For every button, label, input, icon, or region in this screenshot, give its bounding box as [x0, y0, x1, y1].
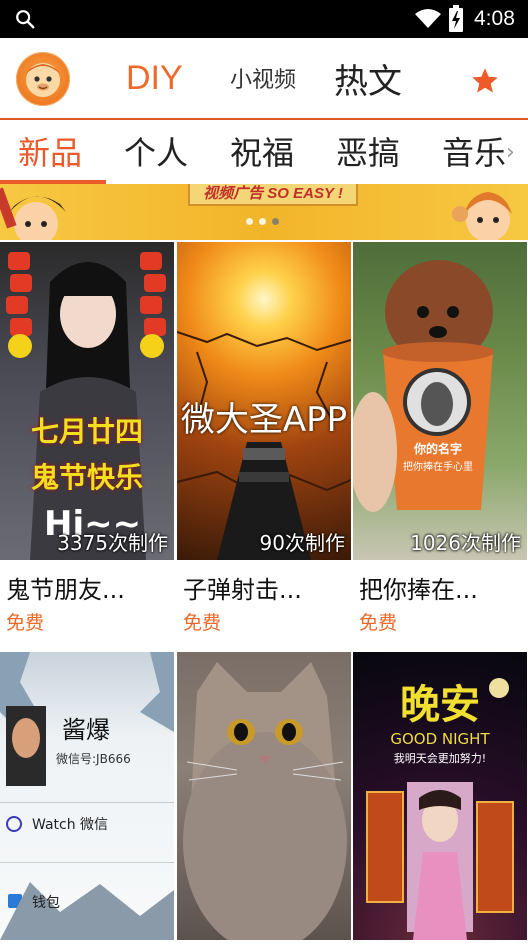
- overlay-text: 微信号:JB666: [56, 752, 131, 766]
- overlay-text: 钱包: [32, 895, 60, 911]
- star-icon[interactable]: [470, 66, 500, 96]
- tab-music[interactable]: 音乐: [442, 120, 506, 182]
- overlay-text: 我明天会更加努力!: [393, 752, 487, 765]
- overlay-text: Watch 微信: [32, 817, 109, 833]
- template-card[interactable]: [177, 652, 353, 952]
- page-dot-active: [272, 218, 279, 225]
- banner-pagination: [246, 218, 279, 225]
- template-title[interactable]: 鬼节朋友...: [6, 570, 125, 605]
- page-dot: [246, 218, 253, 225]
- template-card[interactable]: 晚安 GOOD NIGHT 我明天会更加努力!: [353, 652, 528, 952]
- page-dot: [259, 218, 266, 225]
- template-price: 免费: [183, 612, 222, 634]
- thumbnail-art: [0, 652, 174, 940]
- overlay-text: 酱爆: [62, 716, 110, 744]
- battery-charging-icon: [449, 5, 463, 32]
- template-thumbnail[interactable]: 微大圣APP 90次制作: [177, 242, 351, 560]
- template-title[interactable]: 子弹射击...: [183, 570, 302, 605]
- chevron-right-icon[interactable]: ›: [506, 140, 515, 165]
- template-thumbnail[interactable]: 酱爆 微信号:JB666 Watch 微信 钱包: [0, 652, 174, 940]
- cartoon-character-left: [0, 187, 66, 240]
- status-time: 4:08: [474, 7, 515, 30]
- overlay-text: 鬼节快乐: [30, 461, 143, 494]
- promo-banner[interactable]: 视频广告 SO EASY !: [0, 184, 528, 240]
- tab-personal[interactable]: 个人: [124, 120, 188, 182]
- template-title[interactable]: 把你捧在...: [359, 570, 478, 605]
- overlay-text: GOOD NIGHT: [390, 730, 490, 748]
- cartoon-character-right: [452, 192, 512, 240]
- nav-diy[interactable]: DIY: [126, 38, 183, 118]
- thumbnail-art: [183, 662, 347, 940]
- template-thumbnail[interactable]: 晚安 GOOD NIGHT 我明天会更加努力!: [353, 652, 527, 940]
- template-card[interactable]: 七月廿四 鬼节快乐 Hi~~ 3375次制作 鬼节朋友... 免费: [0, 242, 176, 642]
- template-price: 免费: [6, 612, 45, 634]
- status-bar: 4:08: [0, 0, 528, 38]
- banner-text: 视频广告 SO EASY !: [188, 184, 358, 206]
- template-price: 免费: [359, 612, 398, 634]
- template-thumbnail[interactable]: [177, 652, 351, 940]
- usage-count: 3375次制作: [57, 531, 168, 555]
- template-card[interactable]: 你的名字 把你捧在手心里 1026次制作 把你捧在... 免费: [353, 242, 528, 642]
- tab-prank[interactable]: 恶搞: [336, 120, 400, 182]
- template-card[interactable]: 酱爆 微信号:JB666 Watch 微信 钱包: [0, 652, 176, 952]
- overlay-text: 晚安: [400, 682, 480, 728]
- usage-count: 90次制作: [259, 531, 345, 555]
- overlay-text: 七月廿四: [30, 415, 143, 448]
- overlay-text: 你的名字: [413, 442, 462, 456]
- overlay-text: 微大圣APP: [180, 400, 348, 440]
- app-logo-icon[interactable]: [16, 52, 70, 106]
- template-thumbnail[interactable]: 七月廿四 鬼节快乐 Hi~~ 3375次制作: [0, 242, 174, 560]
- search-icon[interactable]: [14, 8, 36, 30]
- template-card[interactable]: 微大圣APP 90次制作 子弹射击... 免费: [177, 242, 353, 642]
- nav-short-video[interactable]: 小视频: [230, 38, 296, 118]
- nav-hot-articles[interactable]: 热文: [334, 38, 402, 118]
- thumbnail-art: [353, 260, 494, 512]
- category-tabs: 新品 个人 祝福 恶搞 音乐 ›: [0, 118, 528, 184]
- overlay-text: 把你捧在手心里: [403, 462, 473, 473]
- template-thumbnail[interactable]: 你的名字 把你捧在手心里 1026次制作: [353, 242, 527, 560]
- tab-new[interactable]: 新品: [18, 120, 82, 182]
- wifi-icon: [415, 9, 441, 28]
- tab-blessing[interactable]: 祝福: [230, 120, 294, 182]
- usage-count: 1026次制作: [410, 531, 521, 555]
- top-bar: DIY 小视频 热文: [0, 38, 528, 118]
